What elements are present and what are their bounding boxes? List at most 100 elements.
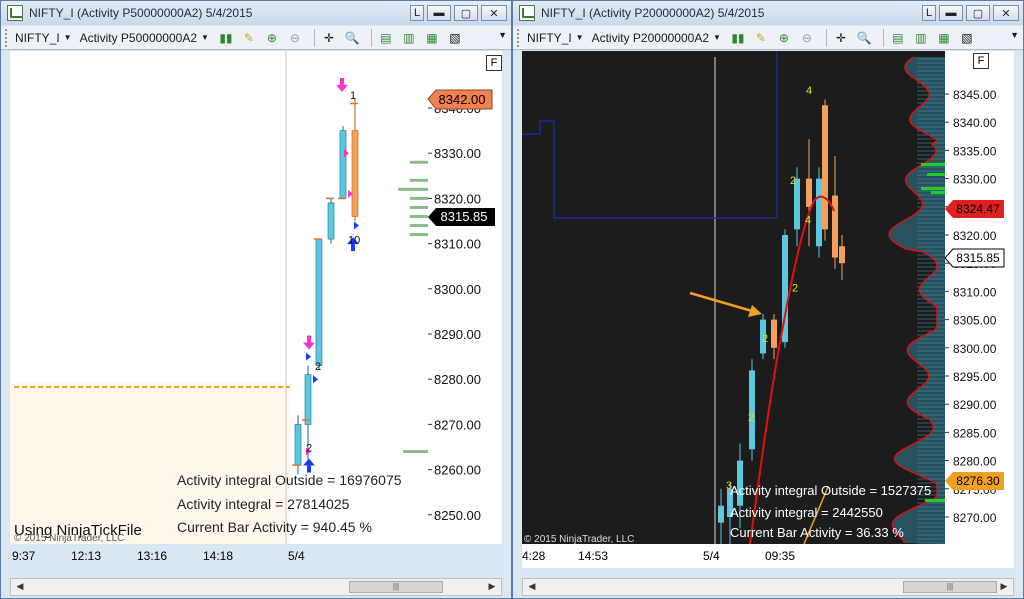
toolbar-divider: [370, 28, 372, 47]
profile-highlight: [927, 173, 945, 176]
scroll-left-icon[interactable]: ◀: [525, 581, 539, 593]
volume-bar: [410, 196, 428, 200]
volume-bar: [403, 450, 428, 454]
toolbar-grip[interactable]: [517, 28, 521, 47]
crosshair-icon[interactable]: ✛: [320, 30, 338, 46]
candle: [822, 105, 828, 230]
link-button[interactable]: L: [410, 5, 424, 21]
f-toggle-button[interactable]: F: [486, 55, 502, 71]
scroll-right-icon[interactable]: ▶: [485, 581, 499, 593]
magnifier-icon[interactable]: 🔍: [855, 30, 873, 46]
data-box-icon[interactable]: ▧: [958, 30, 976, 46]
time-axis: 4:28 14:53 5/4 09:35: [522, 544, 1014, 568]
close-button[interactable]: ✕: [993, 5, 1019, 21]
magnifier-icon[interactable]: 🔍: [343, 30, 361, 46]
time-label: 14:53: [578, 549, 609, 563]
time-axis: 9:37 12:13 13:16 14:18 5/4: [10, 544, 502, 568]
candle: [771, 319, 777, 348]
sell-arrow-shaft: [340, 77, 344, 85]
toolbar-overflow-icon[interactable]: ▼: [498, 30, 507, 40]
bar-style-icon[interactable]: ▮▮: [729, 30, 747, 46]
minimize-button[interactable]: ▬: [427, 5, 451, 21]
candle: [351, 130, 359, 217]
chevron-down-icon: ▼: [201, 33, 209, 42]
maximize-button[interactable]: ▢: [966, 5, 990, 21]
sell-arrow-shaft: [307, 335, 311, 343]
scroll-thumb[interactable]: |||: [903, 581, 997, 593]
bar-label: 1: [350, 90, 356, 102]
svg-text:8276.30: 8276.30: [956, 474, 1000, 488]
price-label: 8280.00: [953, 455, 997, 469]
svg-text:8315.85: 8315.85: [956, 251, 1000, 265]
period-selector[interactable]: Activity P20000000A2 ▼: [592, 31, 721, 45]
activity-integral-text: Activity integral = 2442550: [730, 505, 883, 520]
data-box-icon[interactable]: ▧: [446, 30, 464, 46]
minimize-button[interactable]: ▬: [939, 5, 963, 21]
period-selector[interactable]: Activity P50000000A2 ▼: [80, 31, 209, 45]
maximize-button[interactable]: ▢: [454, 5, 478, 21]
scroll-left-icon[interactable]: ◀: [13, 581, 27, 593]
title-bar[interactable]: NIFTY_I (Activity P50000000A2) 5/4/2015 …: [1, 1, 511, 25]
price-label: 8290.00: [434, 327, 481, 342]
candle: [294, 424, 302, 466]
candle: [304, 374, 312, 425]
title-bar[interactable]: NIFTY_I (Activity P20000000A2) 5/4/2015 …: [513, 1, 1023, 25]
price-label: 8260.00: [434, 463, 481, 478]
volume-bar: [410, 224, 428, 228]
chart-window-left[interactable]: NIFTY_I (Activity P50000000A2) 5/4/2015 …: [0, 0, 512, 599]
price-chart-right[interactable]: 4242223 8345.008340.008335.008330.008325…: [522, 51, 1014, 544]
price-label: 8285.00: [953, 426, 997, 440]
svg-text:8324.47: 8324.47: [956, 202, 1000, 216]
time-label: 14:18: [203, 549, 234, 563]
toolbar-overflow-icon[interactable]: ▼: [1010, 30, 1019, 40]
price-chart-left[interactable]: 22110 8340.008330.008320.008310.008300.0…: [10, 51, 502, 544]
chart-toolbar: NIFTY_I ▼ Activity P50000000A2 ▼ ▮▮ ✎ ⊕ ⊖ …: [1, 26, 511, 50]
candle: [327, 202, 335, 240]
activity-outside-text: Activity integral Outside = 1527375: [730, 483, 931, 498]
window-title: NIFTY_I (Activity P50000000A2) 5/4/2015: [29, 6, 253, 20]
properties-icon[interactable]: ▦: [935, 30, 953, 46]
price-label: 8310.00: [434, 237, 481, 252]
volume-bar: [410, 205, 428, 209]
price-label: 8345.00: [953, 88, 997, 102]
price-tag-high: 8324.47: [945, 200, 1004, 218]
chart-toolbar: NIFTY_I ▼ Activity P20000000A2 ▼ ▮▮ ✎ ⊕ ⊖ …: [513, 26, 1023, 50]
chevron-down-icon: ▼: [63, 33, 72, 42]
volume-bar: [410, 233, 428, 237]
close-button[interactable]: ✕: [481, 5, 507, 21]
candle: [718, 505, 724, 523]
link-button[interactable]: L: [922, 5, 936, 21]
scroll-right-icon[interactable]: ▶: [997, 581, 1011, 593]
zoom-in-icon[interactable]: ⊕: [263, 30, 281, 46]
horizontal-scrollbar[interactable]: ◀ ||| ▶: [522, 578, 1014, 596]
zoom-out-icon[interactable]: ⊖: [798, 30, 816, 46]
indicators-icon[interactable]: ▤: [889, 30, 907, 46]
f-toggle-button[interactable]: F: [973, 53, 989, 69]
instrument-selector[interactable]: NIFTY_I ▼: [15, 31, 72, 45]
period-label: Activity P50000000A2: [79, 30, 198, 45]
zoom-out-icon[interactable]: ⊖: [286, 30, 304, 46]
time-label: 4:28: [522, 549, 546, 563]
volume-bar: [410, 178, 428, 182]
zoom-in-icon[interactable]: ⊕: [775, 30, 793, 46]
bar-style-icon[interactable]: ▮▮: [217, 30, 235, 46]
instrument-selector[interactable]: NIFTY_I ▼: [527, 31, 584, 45]
horizontal-scrollbar[interactable]: ◀ ||| ▶: [10, 578, 502, 596]
crosshair-icon[interactable]: ✛: [832, 30, 850, 46]
drawing-tool-icon[interactable]: ✎: [752, 30, 770, 46]
chart-window-right[interactable]: NIFTY_I (Activity P20000000A2) 5/4/2015 …: [512, 0, 1024, 599]
bar-label: 2: [306, 443, 312, 455]
toolbar-grip[interactable]: [5, 28, 9, 47]
drawing-tool-icon[interactable]: ✎: [240, 30, 258, 46]
toolbar-divider: [313, 28, 315, 47]
candle: [806, 178, 812, 207]
strategies-icon[interactable]: ▥: [912, 30, 930, 46]
svg-text:8315.85: 8315.85: [441, 209, 488, 224]
indicators-icon[interactable]: ▤: [377, 30, 395, 46]
price-label: 8300.00: [434, 282, 481, 297]
time-label: 13:16: [137, 549, 168, 563]
price-label: 8335.00: [953, 144, 997, 158]
properties-icon[interactable]: ▦: [423, 30, 441, 46]
strategies-icon[interactable]: ▥: [400, 30, 418, 46]
scroll-thumb[interactable]: |||: [349, 581, 443, 593]
